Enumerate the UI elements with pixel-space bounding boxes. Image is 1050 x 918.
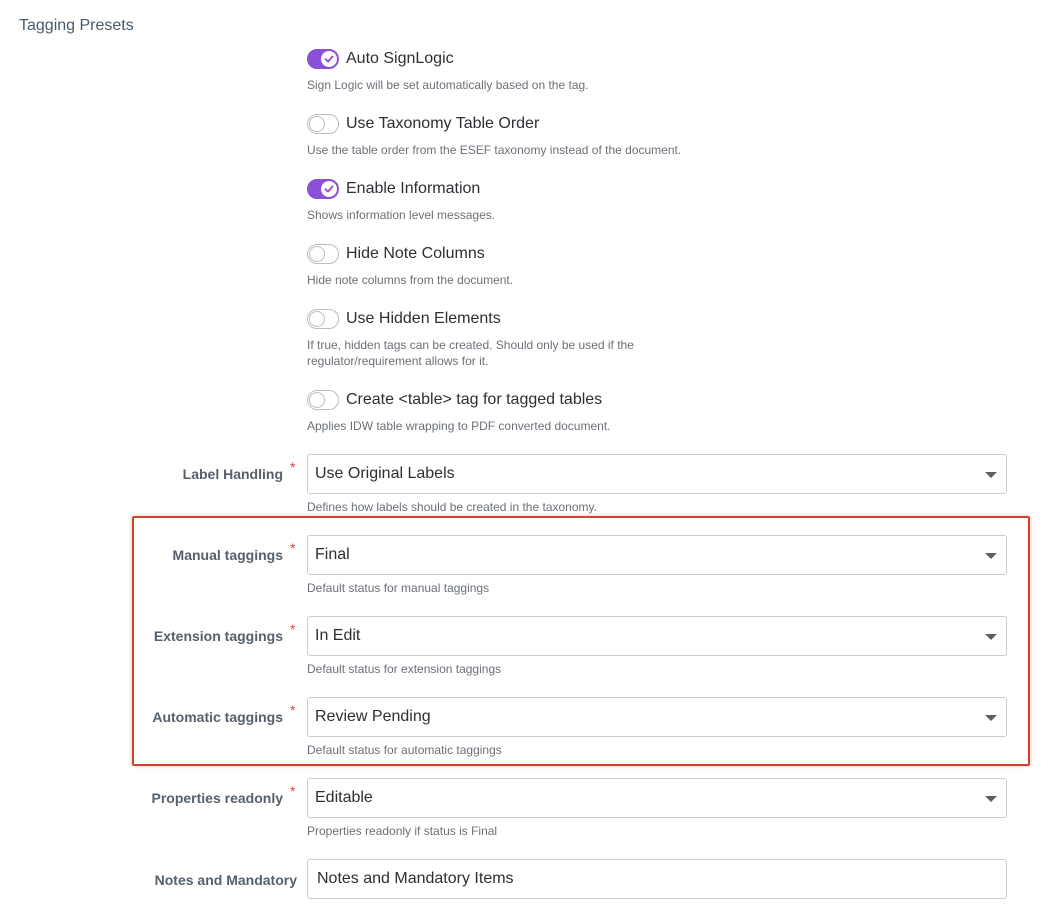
caret-down-icon bbox=[985, 796, 997, 802]
extension-taggings-label: Extension taggings bbox=[153, 628, 283, 644]
toggle-knob bbox=[309, 116, 325, 132]
check-icon bbox=[324, 55, 334, 63]
automatic-taggings-select[interactable]: Review Pending bbox=[307, 697, 1007, 737]
section-title: Tagging Presets bbox=[19, 17, 134, 34]
hide-note-columns-label: Hide Note Columns bbox=[346, 245, 485, 262]
toggle-row-create-table-tag[interactable]: Create <table> tag for tagged tables bbox=[307, 389, 602, 411]
taxonomy-order-toggle[interactable] bbox=[307, 114, 339, 134]
label-handling-label: Label Handling bbox=[182, 466, 283, 482]
toggle-row-taxonomy-order[interactable]: Use Taxonomy Table Order bbox=[307, 113, 539, 135]
toggle-row-hidden-elements[interactable]: Use Hidden Elements bbox=[307, 308, 501, 330]
extension-taggings-help: Default status for extension taggings bbox=[307, 662, 502, 676]
enable-information-help: Shows information level messages. bbox=[307, 208, 496, 222]
automatic-taggings-value: Review Pending bbox=[315, 708, 431, 725]
notes-mandatory-field[interactable] bbox=[307, 859, 1007, 899]
caret-down-icon bbox=[985, 715, 997, 721]
properties-readonly-label: Properties readonly bbox=[151, 790, 284, 806]
caret-down-icon bbox=[985, 553, 997, 559]
taxonomy-order-label: Use Taxonomy Table Order bbox=[346, 115, 540, 132]
auto-signlogic-help: Sign Logic will be set automatically bas… bbox=[307, 78, 589, 92]
hidden-elements-help-line2: regulator/requirement allows for it. bbox=[307, 354, 489, 368]
required-marker: * bbox=[290, 621, 296, 637]
toggle-knob bbox=[321, 181, 337, 197]
caret-down-icon bbox=[985, 634, 997, 640]
notes-mandatory-label: Notes and Mandatory bbox=[154, 872, 297, 888]
auto-signlogic-toggle[interactable] bbox=[307, 49, 339, 69]
toggle-row-auto-signlogic[interactable]: Auto SignLogic bbox=[307, 48, 454, 70]
manual-taggings-select[interactable]: Final bbox=[307, 535, 1007, 575]
taxonomy-order-help: Use the table order from the ESEF taxono… bbox=[307, 143, 682, 157]
manual-taggings-label: Manual taggings bbox=[172, 547, 283, 563]
toggle-row-hide-note-columns[interactable]: Hide Note Columns bbox=[307, 243, 485, 265]
toggle-knob bbox=[309, 311, 325, 327]
toggle-knob bbox=[309, 246, 325, 262]
hide-note-columns-toggle[interactable] bbox=[307, 244, 339, 264]
create-table-tag-toggle[interactable] bbox=[307, 390, 339, 410]
notes-mandatory-input[interactable] bbox=[317, 870, 1006, 888]
caret-down-icon bbox=[985, 472, 997, 478]
enable-information-toggle[interactable] bbox=[307, 179, 339, 199]
hidden-elements-label: Use Hidden Elements bbox=[346, 310, 501, 327]
automatic-taggings-label: Automatic taggings bbox=[152, 709, 283, 725]
required-marker: * bbox=[290, 540, 296, 556]
properties-readonly-value: Editable bbox=[315, 789, 373, 806]
automatic-taggings-help: Default status for automatic taggings bbox=[307, 743, 502, 757]
required-marker: * bbox=[290, 459, 296, 475]
hide-note-columns-help: Hide note columns from the document. bbox=[307, 273, 514, 287]
toggle-row-enable-information[interactable]: Enable Information bbox=[307, 178, 480, 200]
toggle-knob bbox=[309, 392, 325, 408]
toggle-knob bbox=[321, 51, 337, 67]
manual-taggings-value: Final bbox=[315, 546, 350, 563]
enable-information-label: Enable Information bbox=[346, 180, 481, 197]
properties-readonly-select[interactable]: Editable bbox=[307, 778, 1007, 818]
create-table-tag-help: Applies IDW table wrapping to PDF conver… bbox=[307, 419, 611, 433]
label-handling-help: Defines how labels should be created in … bbox=[307, 500, 597, 514]
properties-readonly-help: Properties readonly if status is Final bbox=[307, 824, 498, 838]
label-handling-select[interactable]: Use Original Labels bbox=[307, 454, 1007, 494]
create-table-tag-label: Create <table> tag for tagged tables bbox=[346, 391, 603, 408]
required-marker: * bbox=[290, 783, 296, 799]
required-marker: * bbox=[290, 702, 296, 718]
extension-taggings-select[interactable]: In Edit bbox=[307, 616, 1007, 656]
extension-taggings-value: In Edit bbox=[315, 627, 361, 644]
manual-taggings-help: Default status for manual taggings bbox=[307, 581, 490, 595]
hidden-elements-toggle[interactable] bbox=[307, 309, 339, 329]
check-icon bbox=[324, 185, 334, 193]
hidden-elements-help-line1: If true, hidden tags can be created. Sho… bbox=[307, 338, 634, 352]
label-handling-value: Use Original Labels bbox=[315, 465, 455, 482]
auto-signlogic-label: Auto SignLogic bbox=[346, 50, 454, 67]
